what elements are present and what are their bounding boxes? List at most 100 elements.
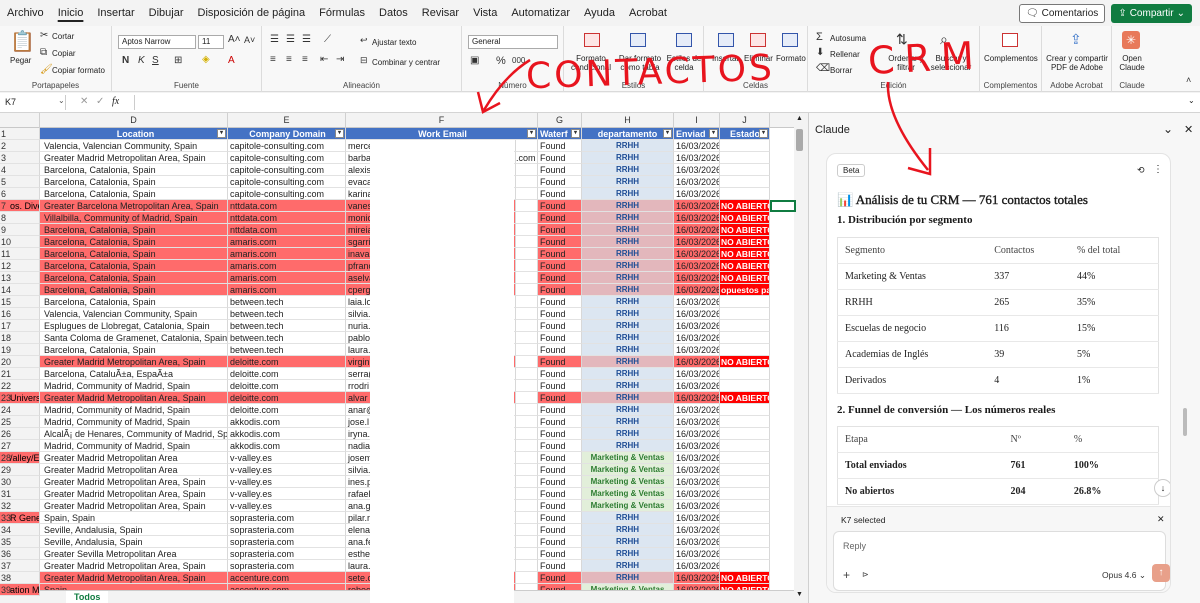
cell-email-overflow[interactable]: .com (516, 152, 538, 164)
cell-company-domain[interactable]: akkodis.com (228, 416, 346, 428)
cell-waterfall[interactable]: Found (538, 536, 582, 548)
cell-company-domain[interactable]: soprasteria.com (228, 512, 346, 524)
cell-estado[interactable] (720, 188, 770, 200)
align-bottom-icon[interactable]: ☰ (302, 35, 311, 45)
paste-icon[interactable]: 📋 (10, 32, 35, 52)
cell-enviado[interactable]: 16/03/2026 (674, 476, 720, 488)
cell-waterfall[interactable]: Found (538, 380, 582, 392)
row-number[interactable]: 26 (0, 428, 40, 440)
row-number[interactable]: 29 (0, 464, 40, 476)
row-number[interactable]: 31 (0, 488, 40, 500)
cell-waterfall[interactable]: Found (538, 224, 582, 236)
cell-enviado[interactable]: 16/03/2026 (674, 428, 720, 440)
cell-waterfall[interactable]: Found (538, 188, 582, 200)
cell-email-overflow[interactable] (516, 260, 538, 272)
cell-waterfall[interactable]: Found (538, 356, 582, 368)
cell-departamento[interactable]: RRHH (582, 248, 674, 260)
cell-company-domain[interactable]: v-valley.es (228, 488, 346, 500)
cell-location[interactable]: Madrid, Community of Madrid, Spain (40, 380, 228, 392)
cell-location[interactable]: Madrid, Community of Madrid, Spain (40, 440, 228, 452)
send-button-icon[interactable]: ↑ (1152, 564, 1170, 582)
function-icon[interactable]: fx (112, 96, 119, 107)
cell-waterfall[interactable]: Found (538, 272, 582, 284)
cell-location[interactable]: Barcelona, Catalonia, Spain (40, 236, 228, 248)
cell-email-overflow[interactable] (516, 380, 538, 392)
cell-company-domain[interactable]: nttdata.com (228, 200, 346, 212)
row-number[interactable]: 17 (0, 320, 40, 332)
cell-estado[interactable]: NO ABIERTO (720, 260, 770, 272)
menu-tab-dibujar[interactable]: Dibujar (142, 5, 191, 21)
cell-email-overflow[interactable] (516, 524, 538, 536)
cell-enviado[interactable]: 16/03/2026 (674, 224, 720, 236)
merge-center-button[interactable]: Combinar y centrar (372, 58, 440, 67)
cell-enviado[interactable]: 16/03/2026 (674, 416, 720, 428)
cell-departamento[interactable]: RRHH (582, 296, 674, 308)
cell-estado[interactable]: NO ABIERTO (720, 236, 770, 248)
row-number[interactable]: 24 (0, 404, 40, 416)
cell-location[interactable]: Valencia, Valencian Community, Spain (40, 140, 228, 152)
cell-enviado[interactable]: 16/03/2026 (674, 164, 720, 176)
row-number[interactable]: 1 (0, 128, 40, 140)
cell-location[interactable]: Greater Madrid Metropolitan Area, Spain (40, 560, 228, 572)
bold-icon[interactable]: N (122, 56, 129, 66)
cell-location[interactable]: Barcelona, CataluÃ±a, EspaÃ±a (40, 368, 228, 380)
chevron-down-icon[interactable]: ⌄ (1163, 122, 1173, 136)
cell-estado[interactable] (720, 464, 770, 476)
cell-waterfall[interactable]: Found (538, 440, 582, 452)
cell-email-overflow[interactable] (516, 428, 538, 440)
cell-email-overflow[interactable] (516, 272, 538, 284)
column-header-d[interactable]: D (40, 113, 228, 128)
row-number[interactable]: 32 (0, 500, 40, 512)
cell-estado[interactable]: NO ABIERTO (720, 572, 770, 584)
font-size-select[interactable]: 11 (198, 35, 224, 49)
row-number[interactable]: 20 (0, 356, 40, 368)
cell-estado[interactable] (720, 164, 770, 176)
paste-button[interactable]: Pegar (10, 56, 31, 65)
cell-company-domain[interactable]: accenture.com (228, 572, 346, 584)
header-company-domain[interactable]: Company Domain ▾ (228, 128, 346, 140)
cell-location[interactable]: Greater Madrid Metropolitan Area, Spain (40, 500, 228, 512)
format-button[interactable]: Formato (776, 54, 806, 63)
cell-email-overflow[interactable] (516, 224, 538, 236)
cell-enviado[interactable]: 16/03/2026 (674, 344, 720, 356)
row-number[interactable]: 9 (0, 224, 40, 236)
row-number[interactable]: 13 (0, 272, 40, 284)
cell-location[interactable]: Barcelona, Catalonia, Spain (40, 248, 228, 260)
cell-email-overflow[interactable] (516, 236, 538, 248)
cell-company-domain[interactable]: soprasteria.com (228, 536, 346, 548)
cell-waterfall[interactable]: Found (538, 416, 582, 428)
cell-estado[interactable] (720, 380, 770, 392)
cell-location[interactable]: Valencia, Valencian Community, Spain (40, 308, 228, 320)
row-number[interactable]: 11 (0, 248, 40, 260)
header-location[interactable]: Location ▾ (40, 128, 228, 140)
row-number[interactable]: 2 (0, 140, 40, 152)
panel-scrollbar[interactable] (1183, 408, 1187, 436)
cell-email-overflow[interactable] (516, 548, 538, 560)
cell-departamento[interactable]: RRHH (582, 272, 674, 284)
cell-waterfall[interactable]: Found (538, 560, 582, 572)
cell-email-overflow[interactable] (516, 536, 538, 548)
menu-tab-inicio[interactable]: Inicio (51, 5, 91, 21)
align-center-icon[interactable]: ≡ (286, 55, 292, 65)
merge-icon[interactable]: ⊟ (360, 56, 368, 65)
name-box[interactable]: K7 (2, 95, 66, 110)
copy-button[interactable]: Copiar (52, 49, 76, 58)
cell-location[interactable]: Greater Sevilla Metropolitan Area (40, 548, 228, 560)
cell-enviado[interactable]: 16/03/2026 (674, 200, 720, 212)
cell-estado[interactable]: NO ABIERTO (720, 212, 770, 224)
cell-company-domain[interactable]: amaris.com (228, 248, 346, 260)
cell-departamento[interactable]: RRHH (582, 368, 674, 380)
fill-button[interactable]: Rellenar (830, 50, 860, 59)
cell-enviado[interactable]: 16/03/2026 (674, 260, 720, 272)
orientation-icon[interactable]: ⟋ (324, 35, 331, 45)
cell-departamento[interactable]: RRHH (582, 332, 674, 344)
cut-button[interactable]: Cortar (52, 32, 74, 41)
cell-departamento[interactable]: Marketing & Ventas (582, 488, 674, 500)
autosum-icon[interactable]: Σ (816, 32, 823, 43)
outdent-icon[interactable]: ⇥ (336, 55, 344, 65)
cell-departamento[interactable]: RRHH (582, 416, 674, 428)
column-header-h[interactable]: H (582, 113, 674, 128)
menu-tab-datos[interactable]: Datos (372, 5, 415, 21)
cell-enviado[interactable]: 16/03/2026 (674, 236, 720, 248)
cell-email-overflow[interactable] (516, 440, 538, 452)
